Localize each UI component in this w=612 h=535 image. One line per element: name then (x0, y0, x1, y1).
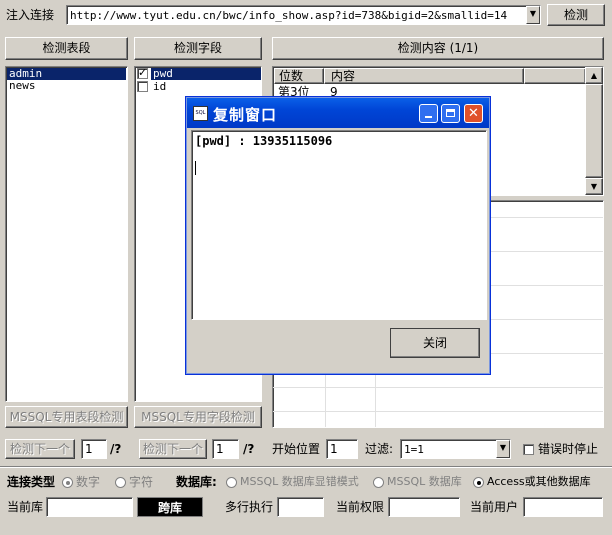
table-header: 位数 内容 (274, 68, 586, 84)
numeric-label: 数字 (76, 475, 101, 489)
field-checkbox[interactable] (137, 66, 148, 79)
connection-type-label: 连接类型 (7, 475, 56, 489)
current-db-input[interactable] (46, 497, 133, 517)
vertical-scrollbar[interactable]: ▲ ▼ (585, 67, 603, 195)
stop-on-error-checkbox[interactable] (523, 444, 534, 455)
maximize-icon[interactable] (441, 104, 460, 123)
scroll-thumb[interactable] (585, 84, 603, 178)
mssql-db-label: MSSQL 数据库 (387, 475, 462, 488)
start-position-value: 1 (330, 442, 338, 456)
fields-header-button[interactable]: 检测字段 (134, 37, 262, 60)
numeric-radio[interactable] (62, 477, 73, 488)
mssql-error-radio[interactable] (226, 477, 237, 488)
tables-header-button[interactable]: 检测表段 (5, 37, 128, 60)
next-field-button[interactable]: 检测下一个 (139, 439, 207, 459)
close-icon[interactable]: ✕ (464, 104, 483, 123)
multiline-exec-input[interactable] (277, 497, 324, 517)
table-page-value: 1 (85, 442, 93, 456)
table-page-suffix: /? (110, 442, 122, 456)
mssql-tables-button[interactable]: MSSQL专用表段检测 (5, 406, 128, 428)
url-text: http://www.tyut.edu.cn/bwc/info_show.asp… (70, 9, 508, 22)
scroll-down-arrow-icon[interactable]: ▼ (585, 178, 603, 195)
field-name: pwd (151, 68, 261, 80)
column-header-position[interactable]: 位数 (274, 68, 324, 84)
copy-dialog[interactable]: SQL 复制窗口 ✕ [pwd] : 13935115096 关闭 (186, 97, 490, 374)
dialog-text-area[interactable]: [pwd] : 13935115096 (191, 130, 487, 320)
sql-app-icon: SQL (193, 106, 208, 121)
separator (0, 466, 612, 468)
char-label: 字符 (129, 475, 154, 489)
minimize-icon[interactable] (419, 104, 438, 123)
field-name: id (153, 80, 167, 93)
text-cursor (195, 161, 196, 175)
start-position-label: 开始位置 (272, 442, 321, 456)
current-permission-input[interactable] (388, 497, 460, 517)
table-page-input[interactable]: 1 (81, 439, 107, 459)
char-radio[interactable] (115, 477, 126, 488)
stop-on-error-label: 错误时停止 (538, 442, 599, 456)
filter-label: 过滤: (365, 442, 394, 456)
field-checkbox[interactable] (137, 81, 148, 92)
current-user-input[interactable] (523, 497, 603, 517)
scroll-up-arrow-icon[interactable]: ▲ (585, 67, 603, 84)
dialog-content: [pwd] : 13935115096 (195, 134, 333, 148)
start-position-input[interactable]: 1 (326, 439, 358, 459)
cross-db-button[interactable]: 跨库 (137, 497, 203, 517)
filter-select[interactable]: 1=1 ▼ (400, 439, 511, 459)
filter-value: 1=1 (404, 443, 424, 456)
tables-list[interactable]: admin news (5, 66, 128, 402)
field-page-value: 1 (216, 442, 224, 456)
url-dropdown-button[interactable]: ▼ (526, 6, 540, 24)
current-db-label: 当前库 (7, 500, 44, 514)
mssql-db-radio[interactable] (373, 477, 384, 488)
content-header-button[interactable]: 检测内容 (1/1) (272, 37, 604, 60)
dialog-titlebar[interactable]: SQL 复制窗口 ✕ (187, 98, 489, 128)
current-permission-label: 当前权限 (336, 500, 385, 514)
access-label: Access或其他数据库 (487, 475, 591, 488)
field-page-suffix: /? (243, 442, 255, 456)
dialog-close-button[interactable]: 关闭 (390, 328, 480, 358)
current-user-label: 当前用户 (470, 500, 519, 514)
dialog-title: 复制窗口 (213, 106, 278, 124)
mssql-error-label: MSSQL 数据库显错模式 (240, 475, 359, 488)
column-header-empty[interactable] (524, 68, 586, 84)
access-radio[interactable] (473, 477, 484, 488)
column-header-content[interactable]: 内容 (324, 68, 524, 84)
database-label: 数据库: (176, 475, 217, 489)
mssql-fields-button[interactable]: MSSQL专用字段检测 (134, 406, 262, 428)
list-item[interactable]: news (7, 80, 126, 92)
detect-button[interactable]: 检测 (547, 4, 605, 26)
next-table-button[interactable]: 检测下一个 (5, 439, 75, 459)
multiline-exec-label: 多行执行 (225, 500, 274, 514)
url-input[interactable]: http://www.tyut.edu.cn/bwc/info_show.asp… (66, 5, 541, 25)
field-page-input[interactable]: 1 (212, 439, 239, 459)
inject-label: 注入连接 (6, 8, 55, 22)
filter-dropdown-button[interactable]: ▼ (496, 440, 510, 458)
